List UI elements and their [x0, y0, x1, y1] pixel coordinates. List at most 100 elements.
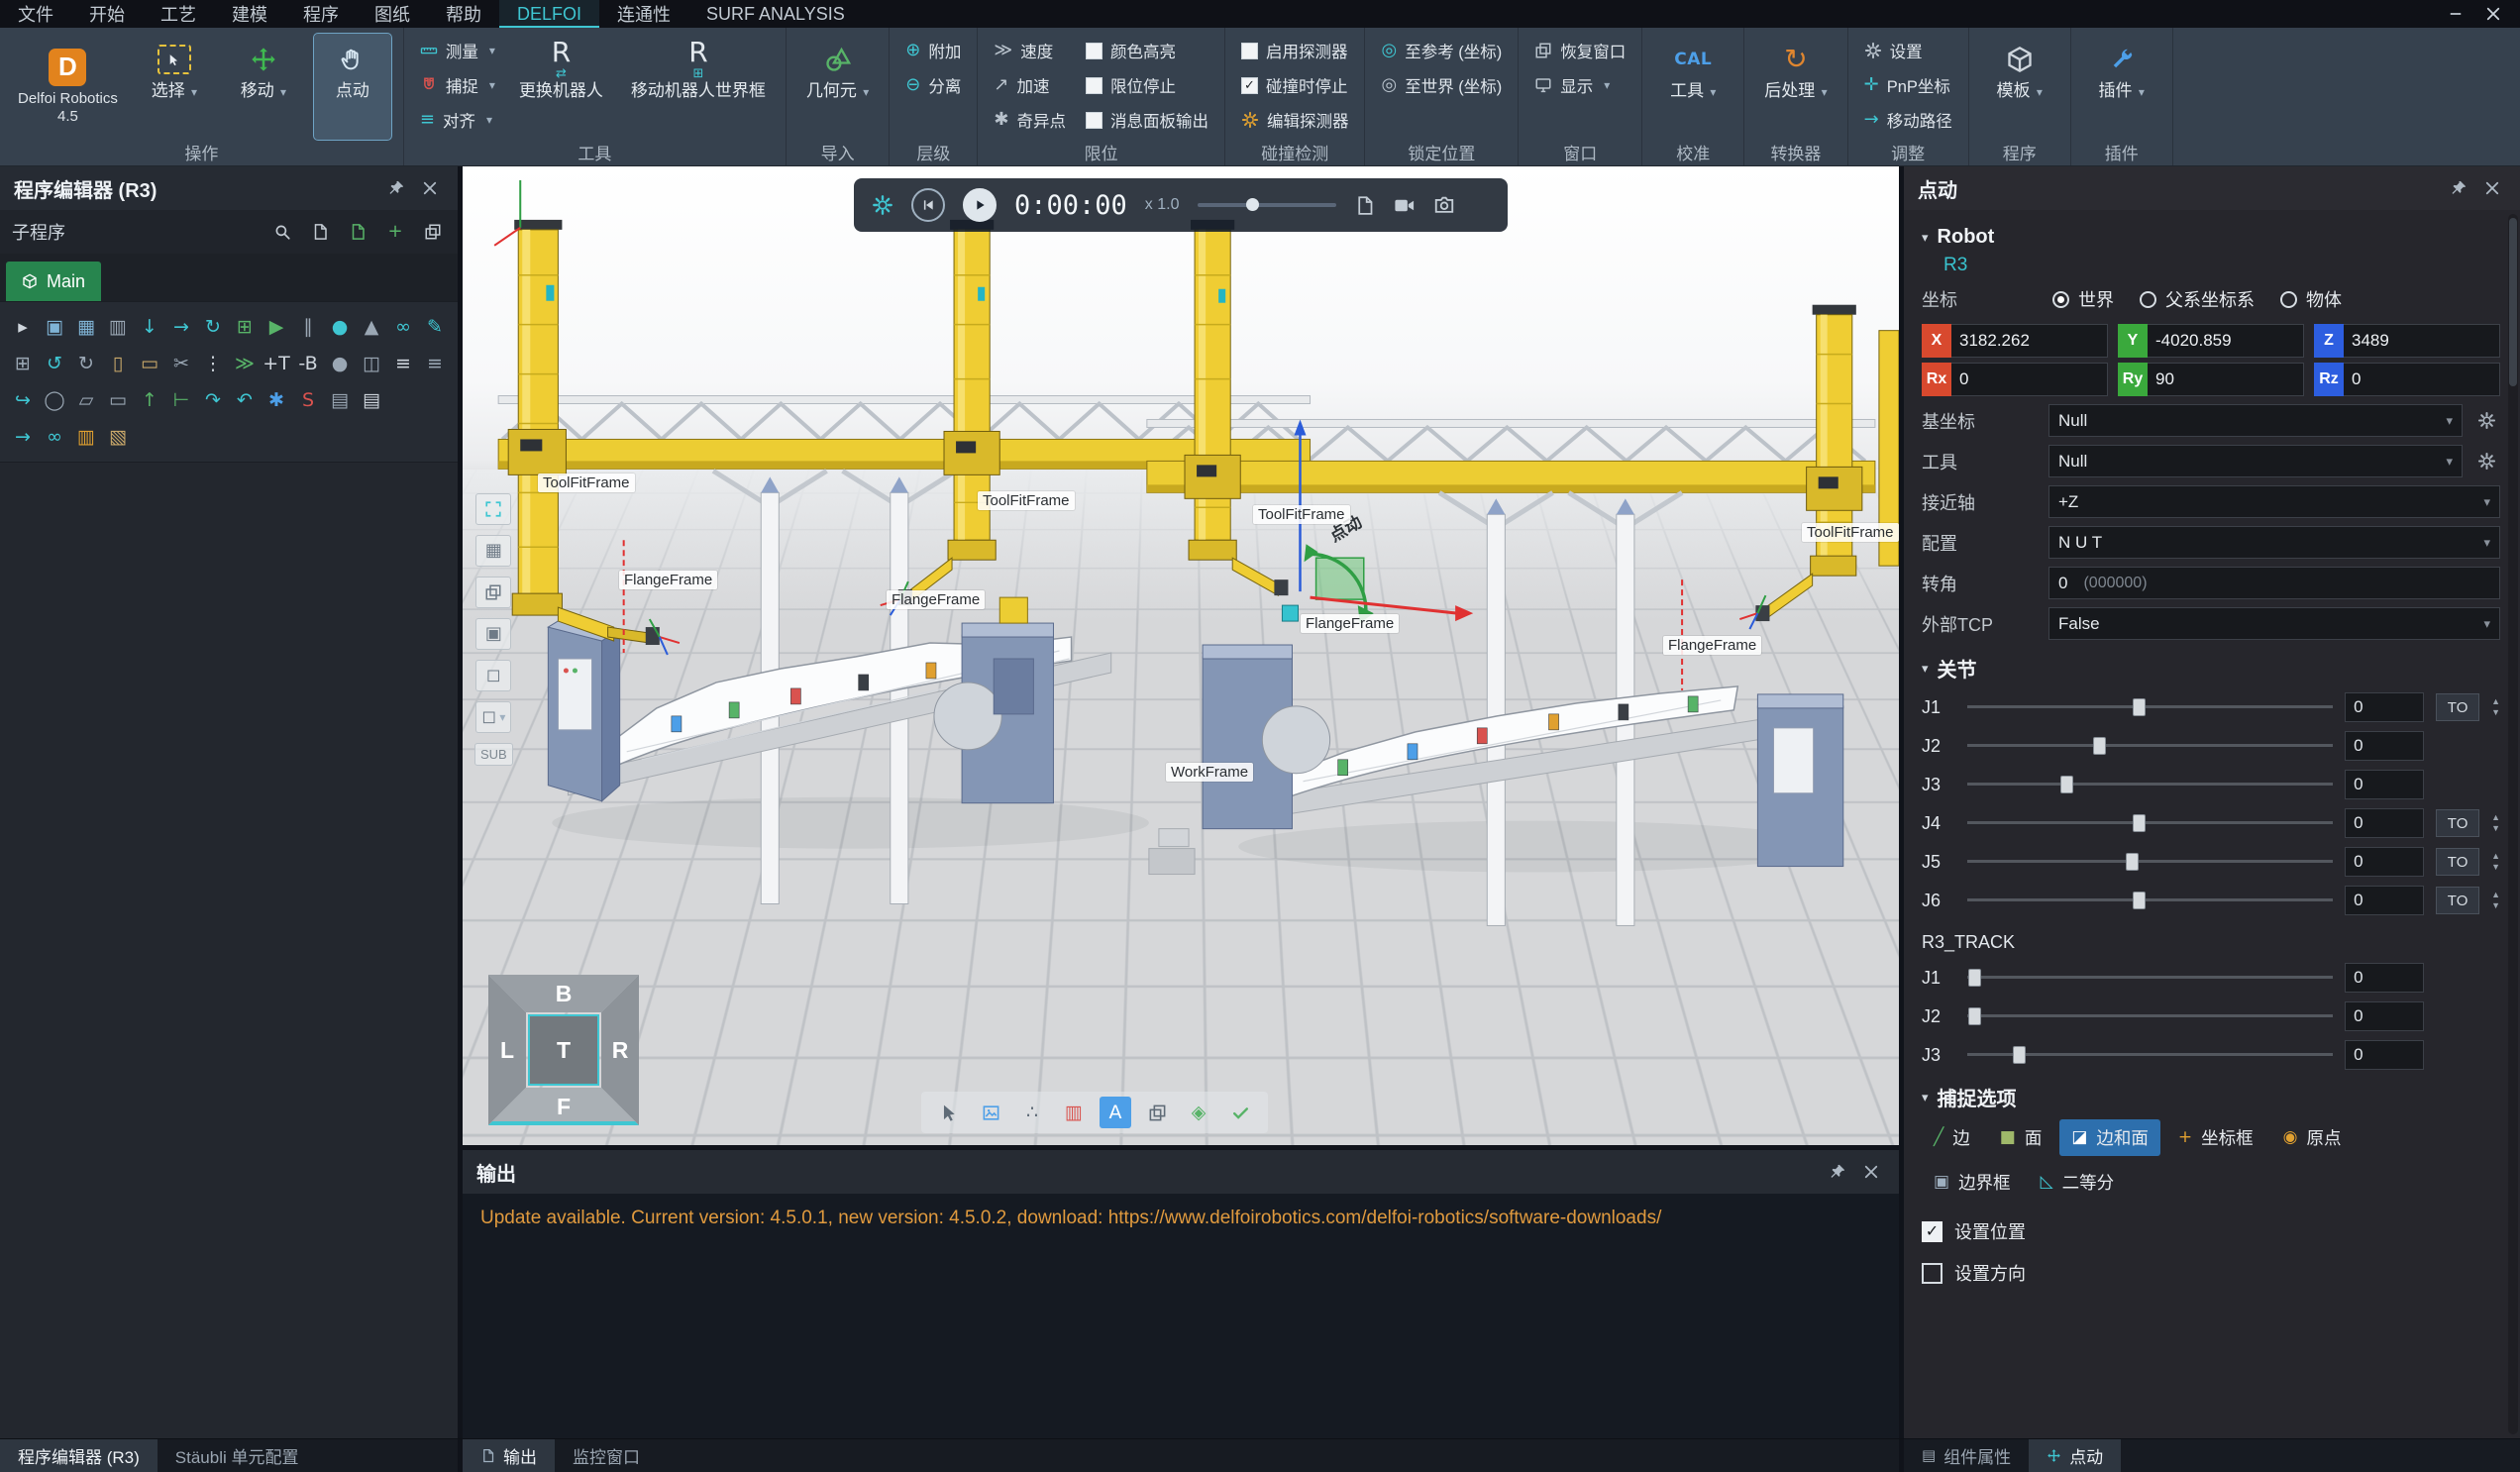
program-toolbar-icon[interactable]: ∞	[388, 312, 418, 342]
snapshot-button[interactable]	[975, 1097, 1006, 1128]
coordinate-radio[interactable]: 世界	[2052, 286, 2114, 312]
ribbon-button[interactable]: 捕捉▾	[416, 70, 499, 100]
ribbon-button[interactable]: 编辑探测器	[1237, 105, 1353, 135]
joint-value-input[interactable]: 0	[2345, 770, 2424, 799]
close-button[interactable]	[2478, 174, 2506, 202]
joint-slider[interactable]	[1967, 1046, 2333, 1064]
slider-knob[interactable]	[2133, 698, 2146, 716]
joint-slider[interactable]	[1967, 853, 2333, 871]
ribbon-button[interactable]: ≡对齐▾	[416, 105, 499, 135]
ribbon-button[interactable]: ⊖分离	[901, 70, 965, 100]
spinner[interactable]: ▲▼	[2491, 697, 2500, 717]
program-toolbar-icon[interactable]: ⋮	[198, 349, 228, 378]
program-toolbar-icon[interactable]: ▱	[71, 385, 101, 415]
program-toolbar-icon[interactable]: ▣	[40, 312, 69, 342]
program-toolbar-icon[interactable]: ≡	[388, 349, 418, 378]
export-document-icon[interactable]	[1354, 195, 1375, 216]
axis-value-input[interactable]: 0	[2344, 363, 2500, 396]
ribbon-button[interactable]: 模板 ▾	[1981, 34, 2058, 140]
program-toolbar-icon[interactable]: ▯	[103, 349, 133, 378]
axis-value-input[interactable]: -4020.859	[2148, 324, 2304, 358]
play-button[interactable]	[963, 188, 997, 222]
ribbon-button[interactable]: 限位停止	[1082, 70, 1212, 100]
close-button[interactable]	[2478, 2, 2508, 26]
program-toolbar-icon[interactable]: ▲	[357, 312, 386, 342]
menu-item[interactable]: 开始	[71, 0, 143, 28]
spinner[interactable]: ▲▼	[2491, 852, 2500, 872]
panels-button[interactable]	[420, 219, 446, 245]
menu-item[interactable]: 文件	[0, 0, 71, 28]
ribbon-button[interactable]: 测量▾	[416, 36, 499, 65]
output-log[interactable]: Update available. Current version: 4.5.0…	[463, 1194, 1899, 1438]
select-tool-button[interactable]	[933, 1097, 965, 1128]
minimize-button[interactable]	[2441, 2, 2470, 26]
field-select[interactable]: False▾	[2048, 607, 2500, 640]
slider-knob[interactable]	[1968, 1007, 1981, 1025]
annotation-button[interactable]: A	[1100, 1097, 1131, 1128]
chart-button[interactable]: ▥	[1058, 1097, 1090, 1128]
ribbon-button[interactable]: ✓碰撞时停止	[1237, 70, 1353, 100]
section-button[interactable]: ◻▾	[475, 701, 511, 733]
program-toolbar-icon[interactable]: ↻	[198, 312, 228, 342]
program-toolbar-icon[interactable]: ∞	[40, 422, 69, 452]
snap-option[interactable]: +坐标框	[2166, 1119, 2265, 1156]
program-toolbar-icon[interactable]: ▶	[262, 312, 291, 342]
program-toolbar-icon[interactable]: -B	[293, 349, 323, 378]
joint-value-input[interactable]: 0	[2345, 808, 2424, 838]
program-toolbar-icon[interactable]: ∥	[293, 312, 323, 342]
program-toolbar-icon[interactable]: ≫	[230, 349, 260, 378]
plane-button[interactable]: ◻	[475, 660, 511, 691]
ribbon-button[interactable]: 设置	[1860, 36, 1956, 65]
program-toolbar-icon[interactable]: ↓	[135, 312, 164, 342]
menu-item[interactable]: 帮助	[428, 0, 499, 28]
ribbon-button[interactable]: 插件 ▾	[2083, 34, 2160, 140]
section-joints[interactable]: ▾ 关节	[1922, 654, 2500, 683]
ribbon-button[interactable]: ↗加速	[990, 70, 1070, 100]
program-toolbar-icon[interactable]: ≡	[420, 349, 450, 378]
view-cube-face-top[interactable]: T	[528, 1014, 599, 1086]
program-toolbar-icon[interactable]: ▭	[103, 385, 133, 415]
to-button[interactable]: TO	[2436, 848, 2479, 876]
search-button[interactable]	[269, 219, 295, 245]
program-toolbar-icon[interactable]: ●	[325, 349, 355, 378]
program-toolbar-icon[interactable]: ▸	[8, 312, 38, 342]
to-button[interactable]: TO	[2436, 809, 2479, 837]
joint-value-input[interactable]: 0	[2345, 1040, 2424, 1070]
joint-slider[interactable]	[1967, 776, 2333, 793]
ribbon-button[interactable]: 消息面板输出	[1082, 105, 1212, 135]
program-toolbar-icon[interactable]: ↶	[230, 385, 260, 415]
field-select[interactable]: +Z▾	[2048, 485, 2500, 518]
menu-item[interactable]: 连通性	[599, 0, 688, 28]
program-toolbar-icon[interactable]: →	[166, 312, 196, 342]
program-toolbar-icon[interactable]: ↑	[135, 385, 164, 415]
points-button[interactable]: ∴	[1016, 1097, 1048, 1128]
validate-button[interactable]	[1224, 1097, 1256, 1128]
joint-value-input[interactable]: 0	[2345, 886, 2424, 915]
joint-slider[interactable]	[1967, 698, 2333, 716]
ribbon-button[interactable]: 启用探测器	[1237, 36, 1353, 65]
add-button[interactable]: +	[382, 219, 408, 245]
field-input[interactable]: 0(000000)	[2048, 567, 2500, 599]
tab-main[interactable]: Main	[6, 262, 101, 301]
snap-option[interactable]: ◺二等分	[2029, 1164, 2127, 1201]
center-panel-tab[interactable]: 监控窗口	[555, 1439, 658, 1472]
program-toolbar-icon[interactable]: ↺	[40, 349, 69, 378]
program-toolbar-icon[interactable]: ↻	[71, 349, 101, 378]
left-panel-tab[interactable]: 程序编辑器 (R3)	[0, 1439, 158, 1472]
program-toolbar-icon[interactable]: ▧	[103, 422, 133, 452]
ribbon-button[interactable]: ✱奇异点	[990, 105, 1070, 135]
pin-button[interactable]	[2445, 174, 2472, 202]
program-toolbar-icon[interactable]: ◫	[357, 349, 386, 378]
document-button[interactable]	[307, 219, 333, 245]
playback-settings-gear-icon[interactable]	[872, 194, 893, 216]
screenshot-camera-icon[interactable]	[1433, 194, 1455, 216]
program-toolbar-icon[interactable]: ●	[325, 312, 355, 342]
menu-item[interactable]: DELFOI	[499, 0, 599, 28]
axis-value-input[interactable]: 0	[1951, 363, 2108, 396]
program-toolbar-icon[interactable]: ▥	[103, 312, 133, 342]
snap-checkbox[interactable]: 设置方向	[1922, 1260, 2500, 1286]
grid-button[interactable]: ▦	[475, 535, 511, 567]
program-toolbar-icon[interactable]: ⊢	[166, 385, 196, 415]
slider-knob[interactable]	[2133, 814, 2146, 832]
axis-value-input[interactable]: 3489	[2344, 324, 2500, 358]
